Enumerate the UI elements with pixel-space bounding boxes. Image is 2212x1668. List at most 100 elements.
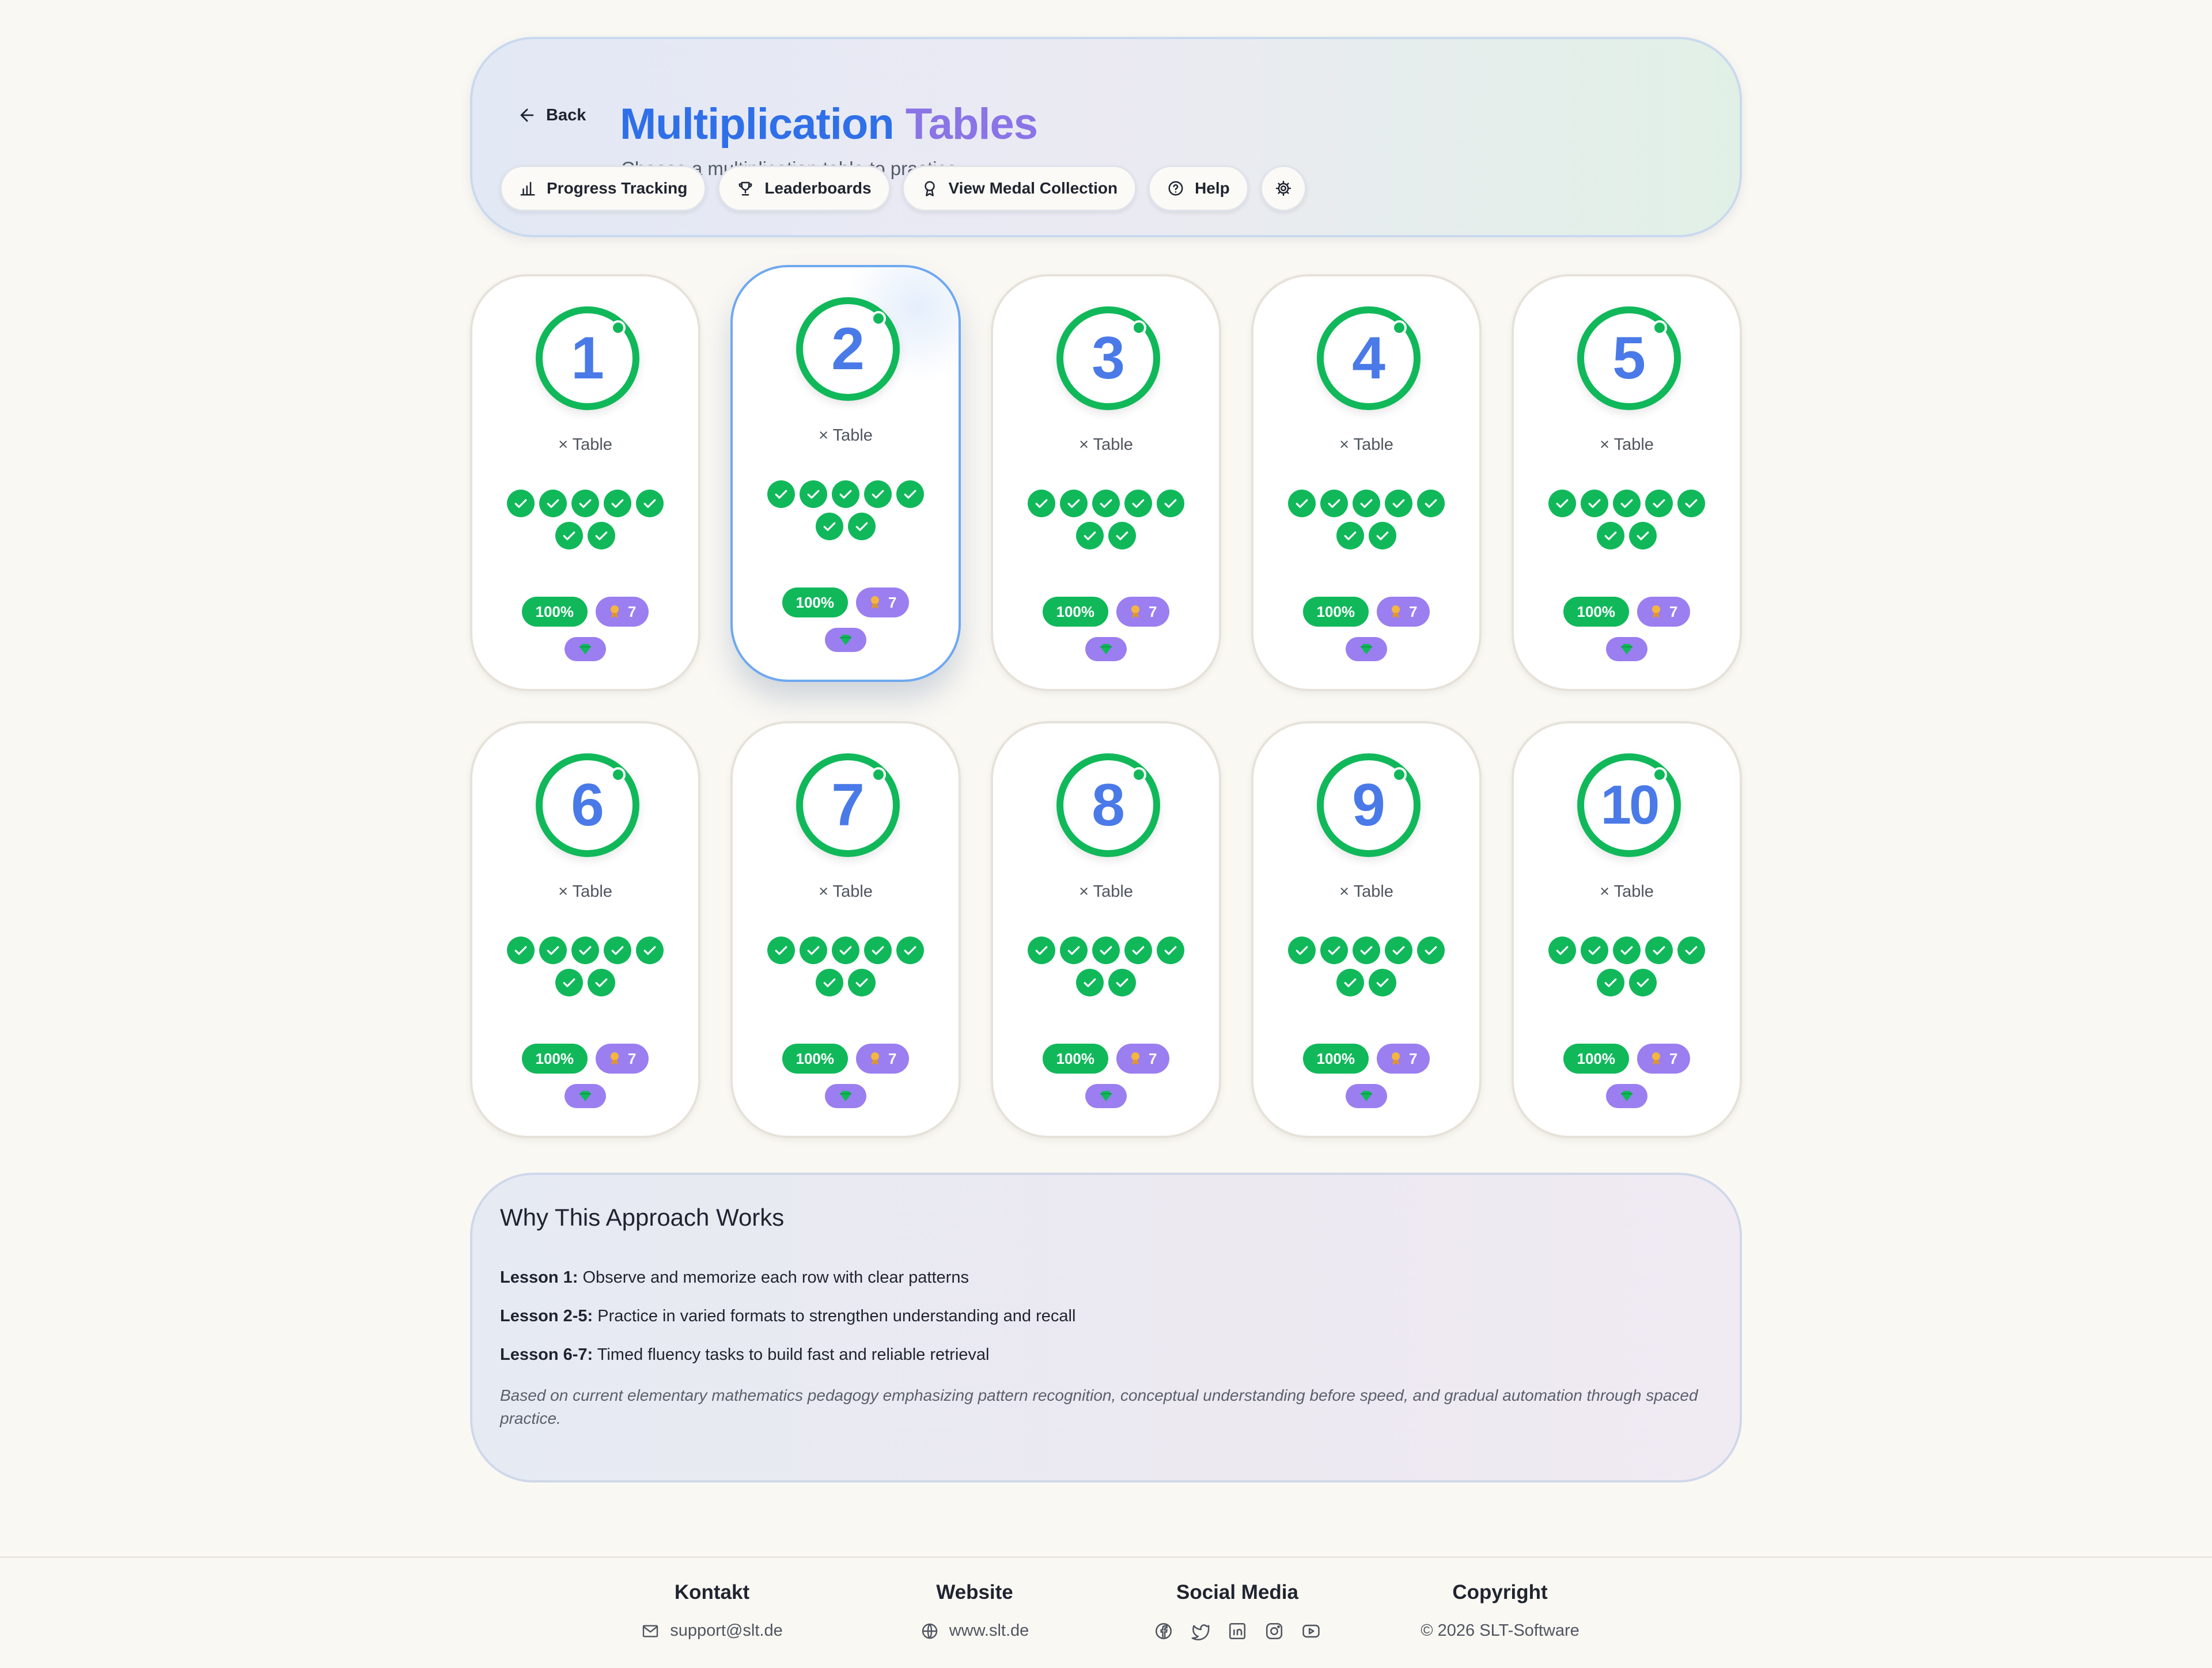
complete-dot-icon xyxy=(1652,320,1667,335)
percent-badge: 100% xyxy=(1563,597,1630,627)
arrow-left-icon xyxy=(520,108,534,122)
help-button[interactable]: Help xyxy=(1148,165,1249,211)
page-title: Multiplication Tables xyxy=(620,99,1038,149)
table-number: 2 xyxy=(831,316,865,382)
lesson-check-icon xyxy=(588,522,615,549)
approach-note: Based on current elementary mathematics … xyxy=(500,1386,1698,1427)
lesson-checks xyxy=(472,937,698,996)
gem-icon xyxy=(1100,644,1112,654)
lesson-check-icon xyxy=(571,490,599,517)
lesson-check-icon xyxy=(1288,937,1316,964)
lesson-check-icon xyxy=(507,937,535,964)
lesson-checks xyxy=(1514,490,1740,549)
lesson-check-icon xyxy=(1124,937,1152,964)
lesson-check-icon xyxy=(507,490,535,517)
percent-badge: 100% xyxy=(1302,1044,1369,1074)
lesson-checks xyxy=(733,937,959,996)
lesson-check-icon xyxy=(539,490,567,517)
table-number-ring: 7 xyxy=(796,753,900,857)
table-card-7[interactable]: 7 × Table 100% 7 xyxy=(730,721,961,1138)
card-badges: 100% 7 xyxy=(472,597,698,627)
card-badges: 100% 7 xyxy=(993,597,1219,627)
lesson-check-icon xyxy=(1369,522,1396,549)
medal-count-badge: 7 xyxy=(1377,597,1430,627)
footer-email-link[interactable]: support@slt.de xyxy=(670,1621,782,1640)
table-card-5[interactable]: 5 × Table 100% 7 xyxy=(1512,274,1742,691)
lesson-text: Practice in varied formats to strengthen… xyxy=(597,1307,1076,1325)
footer-social: Social Media xyxy=(1116,1581,1358,1641)
lesson-check-icon xyxy=(1645,937,1673,964)
table-card-6[interactable]: 6 × Table 100% 7 xyxy=(470,721,700,1138)
percent-badge: 100% xyxy=(521,1044,588,1074)
lesson-check-icon xyxy=(1108,522,1136,549)
table-card-10[interactable]: 10 × Table 100% 7 xyxy=(1512,721,1742,1138)
medal-icon xyxy=(1392,1052,1400,1065)
table-number: 9 xyxy=(1352,772,1385,839)
medal-icon xyxy=(1652,1052,1661,1065)
table-card-2[interactable]: 2 × Table 100% 7 xyxy=(730,265,961,682)
tables-grid: 1 × Table 100% 7 2 × Table 100% 7 3 × Ta… xyxy=(470,265,1742,1138)
lesson-check-icon xyxy=(864,480,892,508)
lesson-checks xyxy=(472,490,698,549)
medal-icon xyxy=(611,1052,619,1065)
lesson-text: Observe and memorize each row with clear… xyxy=(582,1268,969,1287)
table-card-9[interactable]: 9 × Table 100% 7 xyxy=(1251,721,1482,1138)
table-card-3[interactable]: 3 × Table 100% 7 xyxy=(991,274,1221,691)
facebook-icon[interactable] xyxy=(1154,1621,1173,1641)
table-card-1[interactable]: 1 × Table 100% 7 xyxy=(470,274,700,691)
table-card-8[interactable]: 8 × Table 100% 7 xyxy=(991,721,1221,1138)
table-number: 6 xyxy=(571,772,604,839)
medal-icon xyxy=(1131,1052,1140,1065)
card-badges: 100% 7 xyxy=(1514,597,1740,627)
lesson-check-icon xyxy=(1288,490,1316,517)
table-card-4[interactable]: 4 × Table 100% 7 xyxy=(1251,274,1482,691)
gem-badge xyxy=(825,628,866,652)
table-number: 4 xyxy=(1352,325,1385,392)
lesson-check-icon xyxy=(1581,937,1608,964)
percent-badge: 100% xyxy=(1563,1044,1630,1074)
linkedin-icon[interactable] xyxy=(1228,1621,1247,1641)
table-number: 5 xyxy=(1612,325,1646,392)
gem-badge xyxy=(1346,1084,1387,1108)
lesson-check-icon xyxy=(1385,937,1412,964)
medal-count: 7 xyxy=(628,1049,637,1067)
medal-count-badge: 7 xyxy=(596,1044,649,1074)
back-button[interactable]: Back xyxy=(517,94,586,136)
lesson-check-icon xyxy=(1028,937,1055,964)
lesson-check-icon xyxy=(767,937,795,964)
table-number: 3 xyxy=(1092,325,1125,392)
lesson-description: Lesson 6-7: Timed fluency tasks to build… xyxy=(500,1345,1712,1364)
table-number: 8 xyxy=(1092,772,1125,839)
progress-tracking-button[interactable]: Progress Tracking xyxy=(500,165,707,211)
table-number-ring: 4 xyxy=(1317,306,1421,410)
leaderboards-button[interactable]: Leaderboards xyxy=(718,165,891,211)
table-caption: × Table xyxy=(1339,435,1393,454)
medal-icon xyxy=(1131,605,1140,618)
footer-website-link[interactable]: www.slt.de xyxy=(949,1621,1029,1640)
table-number-ring: 5 xyxy=(1577,306,1681,410)
lesson-check-icon xyxy=(1060,937,1088,964)
view-medal-collection-button[interactable]: View Medal Collection xyxy=(902,165,1137,211)
instagram-icon[interactable] xyxy=(1264,1621,1284,1641)
percent-badge: 100% xyxy=(1302,597,1369,627)
medal-count: 7 xyxy=(1149,1049,1157,1067)
table-caption: × Table xyxy=(1079,435,1133,454)
gem-badge xyxy=(1606,637,1647,661)
medal-count: 7 xyxy=(1409,1049,1418,1067)
medal-count-badge: 7 xyxy=(856,587,910,617)
medal-count: 7 xyxy=(1149,602,1157,620)
lesson-check-icon xyxy=(539,937,567,964)
percent-badge: 100% xyxy=(521,597,588,627)
medal-count-badge: 7 xyxy=(1116,597,1170,627)
settings-button[interactable] xyxy=(1260,165,1306,211)
twitter-icon[interactable] xyxy=(1191,1621,1210,1641)
mail-icon xyxy=(643,1624,658,1637)
bar-chart-icon xyxy=(520,181,535,196)
lesson-check-icon xyxy=(1076,969,1104,996)
lesson-check-icon xyxy=(1336,522,1364,549)
table-number-ring: 2 xyxy=(796,297,900,401)
gem-icon xyxy=(1361,644,1372,654)
youtube-icon[interactable] xyxy=(1301,1621,1321,1641)
lesson-check-icon xyxy=(800,937,827,964)
approach-section: Why This Approach Works Lesson 1: Observ… xyxy=(470,1173,1742,1483)
